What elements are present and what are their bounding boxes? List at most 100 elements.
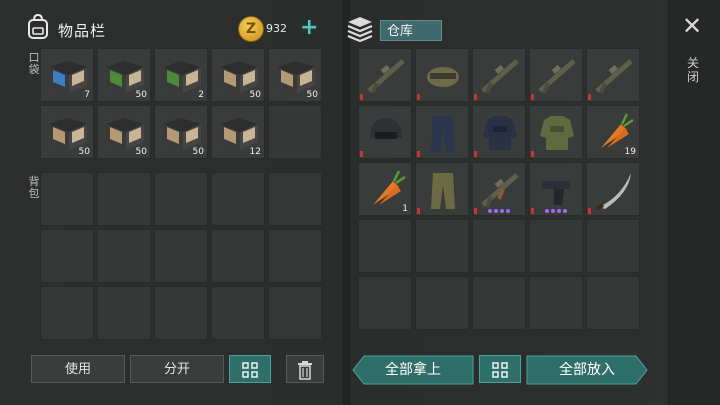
item-quantity: 1 <box>402 204 408 214</box>
pocket-slot[interactable]: 50 <box>268 48 322 102</box>
split-button[interactable]: 分开 <box>130 355 224 383</box>
storage-slot[interactable] <box>472 105 526 159</box>
coin-count: 932 <box>266 22 287 35</box>
grid-sort-icon <box>492 362 508 378</box>
storage-slot[interactable]: 1 <box>358 162 412 216</box>
warehouse-sort-button[interactable] <box>479 355 521 383</box>
storage-slot[interactable] <box>472 162 526 216</box>
storage-slot[interactable] <box>472 48 526 102</box>
durability-bar <box>360 94 363 100</box>
trash-button[interactable] <box>286 355 324 383</box>
durability-bar <box>417 208 420 214</box>
backpack-slot[interactable] <box>211 286 265 340</box>
storage-slot[interactable] <box>415 219 469 273</box>
item-quantity: 50 <box>135 147 147 157</box>
backpack-slot[interactable] <box>40 286 94 340</box>
storage-slot[interactable] <box>472 219 526 273</box>
backpack-slot[interactable] <box>40 229 94 283</box>
backpack-grid <box>40 172 325 340</box>
storage-slot[interactable] <box>586 276 640 330</box>
durability-bar <box>588 208 591 214</box>
pocket-slot[interactable]: 50 <box>154 105 208 159</box>
durability-bar <box>417 94 420 100</box>
pocket-grid: 7 50 2 50 50 50 50 50 12 <box>40 48 322 159</box>
storage-slot[interactable] <box>529 276 583 330</box>
close-label[interactable]: 关闭 <box>686 56 700 84</box>
machete-icon <box>595 173 631 211</box>
sort-button[interactable] <box>229 355 271 383</box>
backpack-slot[interactable] <box>154 229 208 283</box>
storage-slot[interactable] <box>529 162 583 216</box>
warehouse-title[interactable]: 仓库 <box>380 20 442 41</box>
pants-icon <box>431 116 455 152</box>
durability-bar <box>588 94 591 100</box>
backpack-slot[interactable] <box>211 172 265 226</box>
backpack-slot[interactable] <box>154 172 208 226</box>
rifle-icon <box>538 59 576 94</box>
storage-slot[interactable] <box>358 105 412 159</box>
rarity-dots <box>488 209 510 213</box>
storage-grid: 19 1 <box>358 48 644 330</box>
item-quantity: 50 <box>78 147 90 157</box>
backpack-slot[interactable] <box>211 229 265 283</box>
storage-slot[interactable] <box>415 105 469 159</box>
backpack-slot[interactable] <box>268 172 322 226</box>
item-quantity: 12 <box>249 147 261 157</box>
durability-bar <box>531 208 534 214</box>
pocket-slot[interactable]: 2 <box>154 48 208 102</box>
grid-sort-icon <box>242 362 258 378</box>
pistol-icon <box>542 181 570 205</box>
storage-slot[interactable] <box>415 48 469 102</box>
durability-bar <box>360 151 363 157</box>
pocket-slot[interactable]: 50 <box>97 105 151 159</box>
durability-bar <box>474 208 477 214</box>
backpack-slot[interactable] <box>97 229 151 283</box>
durability-bar <box>531 94 534 100</box>
storage-slot[interactable] <box>358 219 412 273</box>
backpack-slot[interactable] <box>154 286 208 340</box>
storage-slot[interactable] <box>586 48 640 102</box>
pocket-label: 口袋 <box>28 51 40 76</box>
storage-slot[interactable] <box>358 48 412 102</box>
storage-slot[interactable] <box>415 162 469 216</box>
warehouse-icon <box>347 17 373 42</box>
backpack-slot[interactable] <box>97 286 151 340</box>
armor-vest-icon <box>483 116 517 150</box>
close-icon[interactable]: ✕ <box>682 14 702 38</box>
backpack-slot[interactable] <box>40 172 94 226</box>
storage-slot[interactable] <box>415 276 469 330</box>
helmet-cap-icon <box>427 67 459 87</box>
panel-divider <box>342 0 350 405</box>
storage-slot[interactable]: 19 <box>586 105 640 159</box>
backpack-slot[interactable] <box>268 286 322 340</box>
ak-rifle-icon <box>481 173 519 208</box>
put-all-button[interactable]: 全部放入 <box>526 356 648 384</box>
backpack-slot[interactable] <box>97 172 151 226</box>
backpack-slot[interactable] <box>268 229 322 283</box>
storage-slot[interactable] <box>586 219 640 273</box>
storage-slot[interactable] <box>586 162 640 216</box>
take-all-button[interactable]: 全部拿上 <box>352 356 474 384</box>
use-button[interactable]: 使用 <box>31 355 125 383</box>
rifle-icon <box>481 59 519 94</box>
pocket-slot[interactable]: 50 <box>97 48 151 102</box>
add-coins-button[interactable]: + <box>300 17 318 39</box>
item-quantity: 2 <box>198 90 204 100</box>
backpack-label: 背包 <box>28 175 40 200</box>
storage-slot[interactable] <box>529 219 583 273</box>
durability-bar <box>531 151 534 157</box>
storage-slot[interactable] <box>529 48 583 102</box>
storage-slot[interactable] <box>529 105 583 159</box>
storage-slot[interactable] <box>358 276 412 330</box>
pocket-slot[interactable]: 7 <box>40 48 94 102</box>
camo-pants-icon <box>431 173 455 209</box>
pocket-slot[interactable] <box>268 105 322 159</box>
item-quantity: 50 <box>135 90 147 100</box>
coin-icon: Z <box>238 16 264 42</box>
pocket-slot[interactable]: 50 <box>211 48 265 102</box>
backpack-icon <box>28 14 48 39</box>
storage-slot[interactable] <box>472 276 526 330</box>
pocket-slot[interactable]: 50 <box>40 105 94 159</box>
helmet-icon <box>370 118 402 139</box>
pocket-slot[interactable]: 12 <box>211 105 265 159</box>
